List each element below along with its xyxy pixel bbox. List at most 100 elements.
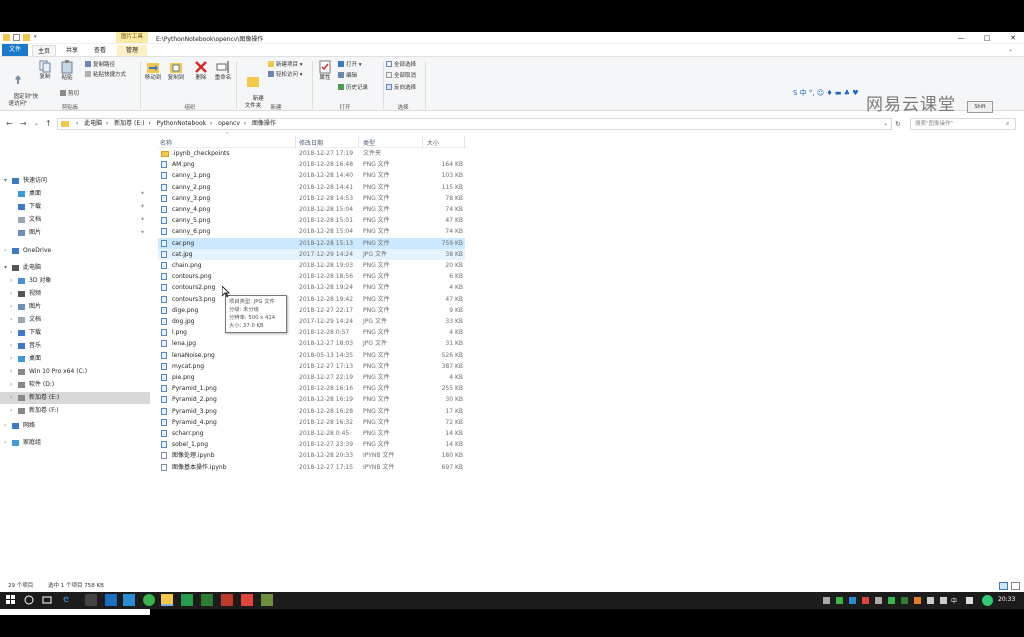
- chevron-down-icon[interactable]: ▾: [4, 175, 7, 187]
- nav-item[interactable]: › 下载: [0, 327, 150, 339]
- nav-item[interactable]: › 图片: [0, 301, 150, 313]
- column-divider[interactable]: [464, 136, 465, 148]
- edge-browser-icon[interactable]: e: [63, 594, 75, 606]
- nav-item[interactable]: › OneDrive: [0, 245, 150, 257]
- chevron-right-icon[interactable]: ›: [10, 301, 12, 313]
- file-row[interactable]: Pyramid_4.png 2018-12-28 16:32 PNG 文件 72 KB: [158, 417, 465, 428]
- file-row[interactable]: canny_6.png 2018-12-28 15:04 PNG 文件 74 KB: [158, 226, 465, 237]
- new-folder-icon[interactable]: [23, 34, 30, 41]
- cut-button[interactable]: 剪切: [60, 90, 79, 98]
- refresh-button[interactable]: ↻: [895, 119, 901, 129]
- file-row[interactable]: Pyramid_2.png 2018-12-28 16:19 PNG 文件 30 KB: [158, 394, 465, 405]
- file-row[interactable]: sobel_1.png 2018-12-27 23:39 PNG 文件 14 KB: [158, 439, 465, 450]
- chevron-right-icon[interactable]: ›: [4, 437, 6, 449]
- task-view-icon[interactable]: [41, 594, 53, 606]
- nav-item[interactable]: › 桌面: [0, 353, 150, 365]
- nav-item[interactable]: › 新加卷 (F:): [0, 405, 150, 417]
- chevron-right-icon[interactable]: ›: [4, 420, 6, 432]
- volume-icon[interactable]: [940, 597, 947, 604]
- maximize-button[interactable]: □: [982, 33, 992, 43]
- tray-icon[interactable]: [823, 597, 830, 604]
- chevron-down-icon[interactable]: ▾: [34, 34, 39, 41]
- new-item-button[interactable]: 新建项目 ▾: [268, 61, 303, 69]
- recent-locations-chevron-icon[interactable]: ⌄: [34, 119, 39, 129]
- pin-icon[interactable]: ✦: [140, 214, 145, 226]
- breadcrumb-current[interactable]: 图像操作: [252, 120, 276, 127]
- clock[interactable]: 20:33: [998, 596, 1015, 603]
- app-icon[interactable]: [181, 594, 193, 606]
- properties-button[interactable]: 属性: [315, 60, 335, 82]
- breadcrumb-drive-e[interactable]: 新加卷 (E:): [114, 120, 144, 127]
- address-bar[interactable]: › 此电脑 › 新加卷 (E:) › PythonNotebook › open…: [57, 118, 892, 130]
- chrome-icon[interactable]: [143, 594, 155, 606]
- store-icon[interactable]: [85, 594, 97, 606]
- file-row[interactable]: lena.jpg 2018-12-27 18:03 JPG 文件 31 KB: [158, 338, 465, 349]
- nav-item[interactable]: 桌面 ✦: [0, 188, 150, 200]
- app-icon[interactable]: [261, 594, 273, 606]
- tab-home[interactable]: 主页: [32, 45, 56, 56]
- nav-item[interactable]: › 新加卷 (E:): [0, 392, 150, 404]
- pin-quick-access-button[interactable]: 固定到"快 速访问": [3, 60, 38, 115]
- network-icon[interactable]: [927, 597, 934, 604]
- file-row[interactable]: contours2.png 2018-12-28 19:24 PNG 文件 4 KB: [158, 282, 465, 293]
- easy-access-button[interactable]: 轻松访问 ▾: [268, 71, 303, 79]
- tab-manage[interactable]: 管理: [117, 45, 147, 56]
- nav-item[interactable]: › 音乐: [0, 340, 150, 352]
- paste-shortcut-button[interactable]: 粘贴快捷方式: [85, 71, 126, 79]
- tab-view[interactable]: 查看: [88, 45, 112, 56]
- nav-item[interactable]: ▾ 快速访问: [0, 175, 150, 187]
- chevron-right-icon[interactable]: ›: [10, 405, 12, 417]
- breadcrumb-opencv[interactable]: opencv: [218, 120, 240, 127]
- rename-button[interactable]: 重命名: [212, 60, 234, 82]
- tray-icon[interactable]: [888, 597, 895, 604]
- chevron-right-icon[interactable]: ›: [10, 327, 12, 339]
- chevron-right-icon[interactable]: ›: [10, 275, 12, 287]
- app-icon[interactable]: [221, 594, 233, 606]
- tab-file[interactable]: 文件: [2, 44, 28, 56]
- pin-icon[interactable]: ✦: [140, 188, 145, 200]
- close-button[interactable]: ✕: [1008, 33, 1018, 43]
- file-row[interactable]: canny_5.png 2018-12-28 15:01 PNG 文件 47 KB: [158, 215, 465, 226]
- file-row[interactable]: car.png 2018-12-28 15:13 PNG 文件 759 KB: [158, 237, 465, 249]
- nav-item[interactable]: 下载 ✦: [0, 201, 150, 213]
- chevron-right-icon[interactable]: ›: [10, 392, 12, 404]
- file-row[interactable]: dog.jpg 2017-12-29 14:24 JPG 文件 33 KB: [158, 316, 465, 327]
- chevron-down-icon[interactable]: ▾: [4, 262, 7, 274]
- app-icon[interactable]: [201, 594, 213, 606]
- tray-icon[interactable]: [901, 597, 908, 604]
- file-row[interactable]: Pyramid_1.png 2018-12-28 16:16 PNG 文件 255 K…: [158, 383, 465, 394]
- app-icon[interactable]: [241, 594, 253, 606]
- copy-to-button[interactable]: 复制到: [165, 60, 187, 82]
- tray-icon[interactable]: [836, 597, 843, 604]
- file-row[interactable]: dige.png 2018-12-27 22:17 PNG 文件 9 KB: [158, 305, 465, 316]
- nav-item[interactable]: › Win 10 Pro x64 (C:): [0, 366, 150, 378]
- file-row[interactable]: contours.png 2018-12-28 18:56 PNG 文件 6 KB: [158, 271, 465, 282]
- nav-item[interactable]: ▾ 此电脑: [0, 262, 150, 274]
- nav-item[interactable]: › 网络: [0, 420, 150, 432]
- nav-item[interactable]: › 文档: [0, 314, 150, 326]
- column-size[interactable]: 大小: [427, 138, 439, 147]
- minimize-button[interactable]: —: [956, 33, 966, 43]
- pin-icon[interactable]: ✦: [140, 227, 145, 239]
- move-to-button[interactable]: 移动到: [142, 60, 164, 82]
- file-row[interactable]: canny_1.png 2018-12-28 14:40 PNG 文件 103 KB: [158, 170, 465, 181]
- edit-button[interactable]: 编辑: [338, 72, 357, 80]
- history-button[interactable]: 历史记录: [338, 84, 368, 92]
- file-row[interactable]: AM.png 2018-12-28 16:48 PNG 文件 164 KB: [158, 159, 465, 170]
- chevron-right-icon[interactable]: ›: [10, 288, 12, 300]
- back-button[interactable]: ←: [6, 119, 13, 129]
- search-icon[interactable]: [23, 594, 35, 606]
- delete-button[interactable]: 删除: [191, 60, 211, 82]
- column-divider[interactable]: [422, 136, 423, 148]
- column-divider[interactable]: [358, 136, 359, 148]
- input-language[interactable]: 中: [951, 596, 957, 605]
- file-row[interactable]: scharr.png 2018-12-28 0:45 PNG 文件 14 KB: [158, 428, 465, 439]
- app-icon[interactable]: [123, 594, 135, 606]
- copy-path-button[interactable]: 复制路径: [85, 61, 115, 69]
- tray-icon[interactable]: [966, 597, 973, 604]
- tray-icon[interactable]: [914, 597, 921, 604]
- chevron-right-icon[interactable]: ›: [10, 379, 12, 391]
- file-row[interactable]: pie.png 2018-12-27 22:19 PNG 文件 4 KB: [158, 372, 465, 383]
- select-none-button[interactable]: 全部取消: [386, 72, 416, 80]
- nav-item[interactable]: 文档 ✦: [0, 214, 150, 226]
